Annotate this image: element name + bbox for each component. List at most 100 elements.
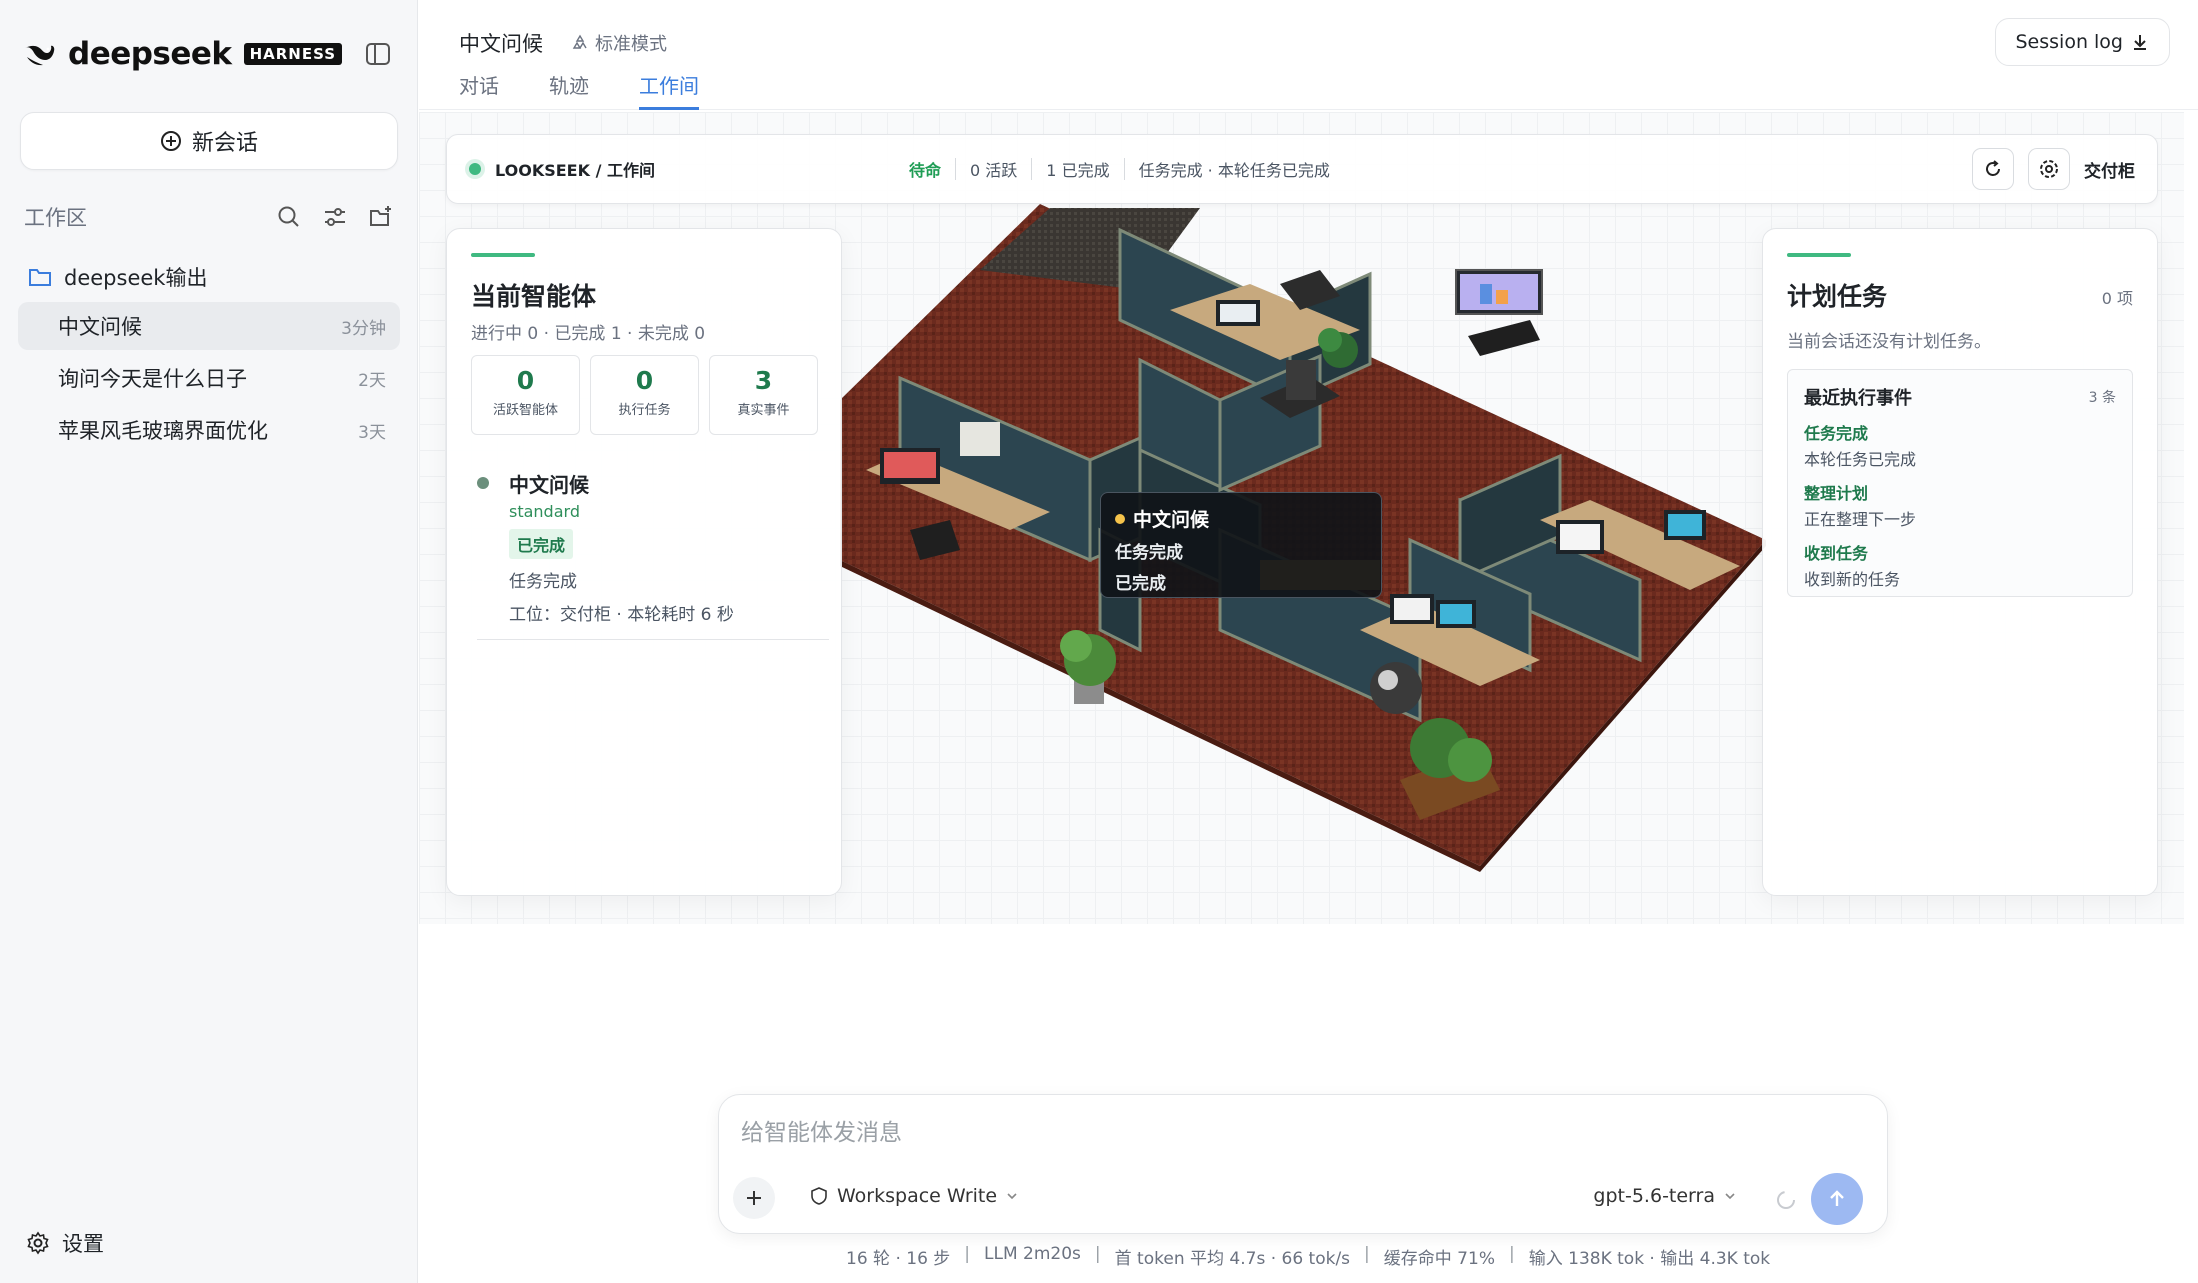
event-detail: 正在整理下一步 xyxy=(1804,510,1917,529)
done-count: 1 已完成 xyxy=(1046,161,1110,180)
session-log-label: Session log xyxy=(2015,31,2124,53)
settings-label: 设置 xyxy=(62,1232,104,1256)
session-time: 3分钟 xyxy=(341,318,386,339)
folder-label: deepseek输出 xyxy=(64,266,208,290)
agent-detail: 工位：交付柜 · 本轮耗时 6 秒 xyxy=(509,605,734,625)
tooltip-status-dot xyxy=(1115,513,1125,524)
events-title: 最近执行事件 xyxy=(1804,388,1912,409)
tab-trace[interactable]: 轨迹 xyxy=(549,70,589,110)
refresh-icon xyxy=(1986,160,2000,176)
agents-summary: 进行中 0 · 已完成 1 · 未完成 0 xyxy=(471,324,706,344)
task-status: 任务完成 · 本轮任务已完成 xyxy=(1138,161,1330,180)
gear-icon xyxy=(27,1231,49,1255)
model-selector[interactable]: gpt-5.6-terra xyxy=(1593,1185,1737,1207)
event-item[interactable]: 整理计划 正在整理下一步 xyxy=(1804,480,2116,530)
search-icon[interactable] xyxy=(276,204,302,230)
attach-button[interactable] xyxy=(733,1177,775,1219)
studio-status: 待命 xyxy=(909,161,942,180)
tasks-empty-text: 当前会话还没有计划任务。 xyxy=(1787,332,1991,352)
session-item[interactable]: 询问今天是什么日子 2天 xyxy=(18,354,400,402)
recent-events: 最近执行事件 3 条 任务完成 本轮任务已完成 整理计划 正在整理下一步 收到任… xyxy=(1787,369,2133,597)
agent-tier: standard xyxy=(509,502,580,521)
panel-accent xyxy=(471,253,535,257)
session-item[interactable]: 中文问候 3分钟 xyxy=(18,302,400,350)
metric-value: 3 xyxy=(754,366,773,395)
brand[interactable]: deepseek HARNESS xyxy=(22,36,343,72)
page-title: 中文问候 xyxy=(459,32,543,56)
gear-icon xyxy=(2040,160,2058,178)
agent-tooltip: 中文问候 任务完成 已完成 xyxy=(1100,492,1382,598)
stat-tokens: 输入 138K tok · 输出 4.3K tok xyxy=(1528,1249,1771,1269)
mode-indicator[interactable]: 标准模式 xyxy=(571,30,667,56)
download-icon xyxy=(2134,35,2146,50)
separator: | xyxy=(1364,1244,1370,1264)
metric-label: 活跃智能体 xyxy=(492,403,558,418)
online-indicator xyxy=(469,163,481,175)
agent-status: 任务完成 xyxy=(509,572,577,592)
recycle-icon xyxy=(572,34,587,49)
settings-button[interactable]: 设置 xyxy=(26,1228,104,1258)
event-item[interactable]: 收到任务 收到新的任务 xyxy=(1804,540,2116,590)
separator: | xyxy=(1508,1244,1515,1264)
studio-settings-button[interactable] xyxy=(2028,148,2070,190)
event-title: 任务完成 xyxy=(1804,424,1869,443)
tab-chat[interactable]: 对话 xyxy=(459,70,499,110)
stat-turns: 16 轮 · 16 步 xyxy=(846,1249,951,1269)
agents-panel-title: 当前智能体 xyxy=(471,282,597,311)
send-button[interactable] xyxy=(1811,1173,1863,1225)
metrics-row: 0 活跃智能体 0 执行任务 3 真实事件 xyxy=(471,355,818,435)
metric-value: 0 xyxy=(516,366,535,395)
usage-stats: 16 轮 · 16 步 | LLM 2m20s | 首 token 平均 4.7… xyxy=(846,1244,1770,1269)
permission-selector[interactable]: Workspace Write xyxy=(809,1185,1019,1207)
session-time: 2天 xyxy=(358,370,386,391)
agent-card[interactable]: 中文问候 standard 已完成 任务完成 工位：交付柜 · 本轮耗时 6 秒 xyxy=(477,469,829,640)
studio-breadcrumb: LOOKSEEK / 工作间 xyxy=(495,161,655,180)
sidebar: deepseek HARNESS 新会话 工作区 deepseek输出 中文问候… xyxy=(0,0,418,1283)
session-log-button[interactable]: Session log xyxy=(1994,18,2170,66)
stat-cache: 缓存命中 71% xyxy=(1383,1249,1495,1269)
loading-spinner-icon xyxy=(1777,1191,1795,1209)
model-label: gpt-5.6-terra xyxy=(1593,1185,1715,1207)
whale-logo-icon xyxy=(25,45,55,66)
agents-panel: 当前智能体 进行中 0 · 已完成 1 · 未完成 0 0 活跃智能体 0 执行… xyxy=(446,228,842,896)
tasks-count: 0 项 xyxy=(2101,289,2133,308)
new-chat-label: 新会话 xyxy=(191,131,258,156)
refresh-button[interactable] xyxy=(1972,148,2014,190)
workspace-header: 工作区 xyxy=(24,202,394,232)
session-title: 苹果风毛玻璃界面优化 xyxy=(58,419,268,443)
session-time: 3天 xyxy=(358,422,386,443)
permission-label: Workspace Write xyxy=(837,1185,998,1207)
filter-sliders-icon[interactable] xyxy=(322,204,348,230)
arrow-up-icon xyxy=(1830,1190,1844,1206)
agent-status-dot xyxy=(477,477,489,489)
view-tabs: 对话 轨迹 工作间 xyxy=(459,70,699,110)
message-input[interactable] xyxy=(741,1115,1861,1151)
metric-label: 执行任务 xyxy=(618,403,671,418)
message-composer: Workspace Write gpt-5.6-terra xyxy=(718,1094,1888,1234)
tasks-panel: 计划任务 0 项 当前会话还没有计划任务。 最近执行事件 3 条 任务完成 本轮… xyxy=(1762,228,2158,896)
tooltip-agent-name: 中文问候 xyxy=(1133,509,1210,531)
event-item[interactable]: 任务完成 本轮任务已完成 xyxy=(1804,420,2116,470)
tooltip-state: 已完成 xyxy=(1115,574,1166,594)
new-folder-icon[interactable] xyxy=(368,204,394,230)
session-item[interactable]: 苹果风毛玻璃界面优化 3天 xyxy=(18,406,400,454)
stat-llm: LLM 2m20s xyxy=(984,1244,1081,1264)
brand-name: deepseek xyxy=(68,36,232,72)
studio-status-bar: LOOKSEEK / 工作间 待命 0 活跃 1 已完成 任务完成 · 本轮任务… xyxy=(446,134,2158,204)
event-detail: 收到新的任务 xyxy=(1804,570,1901,589)
agent-name: 中文问候 xyxy=(509,473,589,497)
event-title: 整理计划 xyxy=(1804,484,1869,503)
brand-badge: HARNESS xyxy=(243,43,343,65)
panel-accent xyxy=(1787,253,1851,257)
tasks-panel-title: 计划任务 xyxy=(1787,282,1888,311)
metric-label: 真实事件 xyxy=(737,403,790,418)
new-chat-button[interactable]: 新会话 xyxy=(20,112,398,170)
folder-deepseek-output[interactable]: deepseek输出 xyxy=(28,262,207,292)
sidebar-toggle-icon[interactable] xyxy=(364,40,392,68)
tab-studio[interactable]: 工作间 xyxy=(639,70,699,110)
stat-first-token: 首 token 平均 4.7s · 66 tok/s xyxy=(1114,1249,1351,1269)
separator: | xyxy=(964,1244,971,1264)
delivery-locker-button[interactable]: 交付柜 xyxy=(2084,157,2135,182)
active-count: 0 活跃 xyxy=(970,161,1018,180)
metric-value: 0 xyxy=(635,366,654,395)
